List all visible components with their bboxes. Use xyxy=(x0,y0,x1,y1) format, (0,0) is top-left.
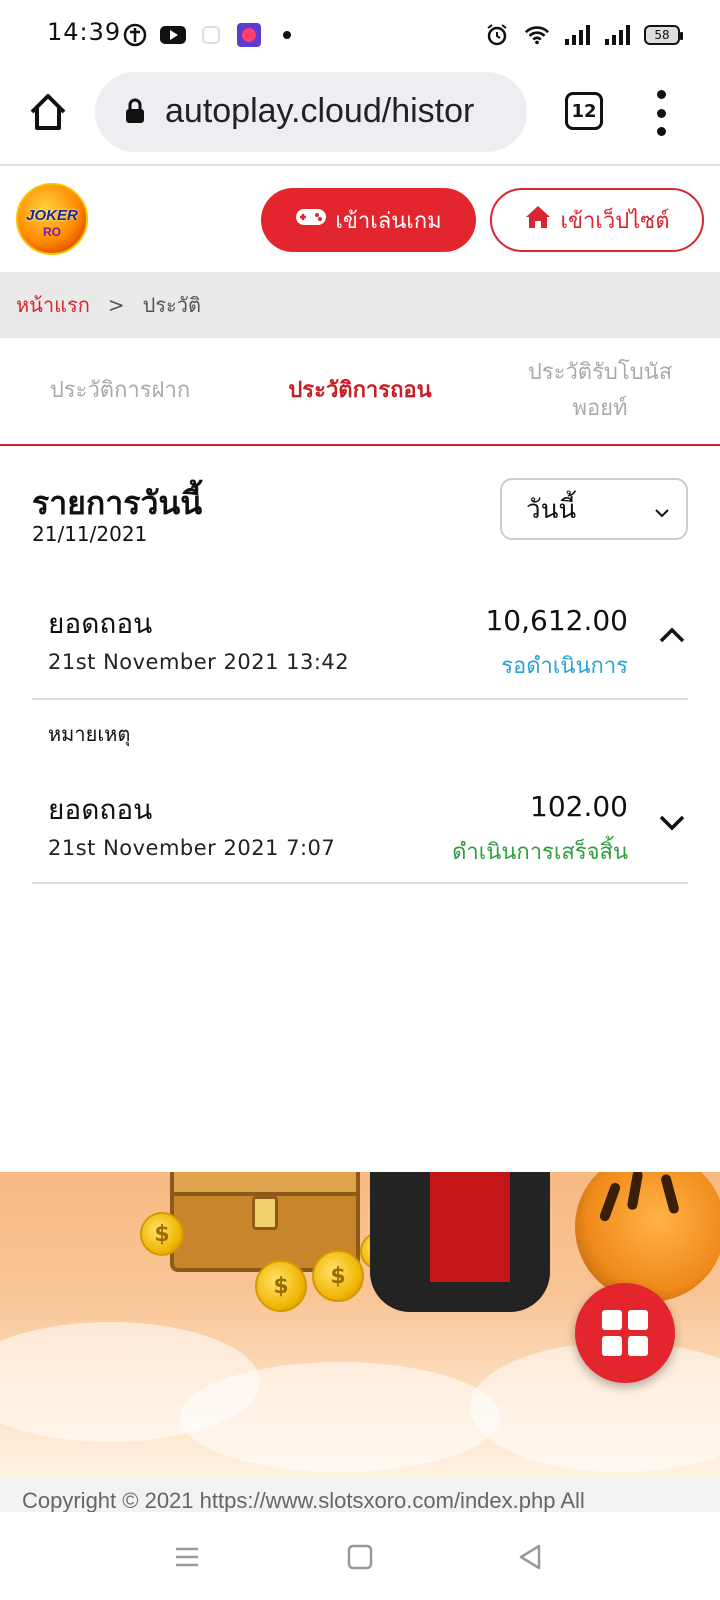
address-bar[interactable]: autoplay.cloud/histor xyxy=(95,72,527,152)
transaction-type: ยอดถอน xyxy=(48,793,153,826)
recent-apps-icon[interactable] xyxy=(172,1542,202,1572)
status-left-icons xyxy=(122,22,300,48)
visit-website-label: เข้าเว็ปไซต์ xyxy=(560,208,670,234)
system-nav-bar xyxy=(0,1512,720,1600)
logo-subtext: RO xyxy=(43,225,61,239)
transaction-amount: 102.00 xyxy=(530,790,628,823)
transaction-row[interactable]: ยอดถอน 21st November 2021 7:07 102.00 ดำ… xyxy=(32,770,688,884)
footer: Copyright © 2021 https://www.slotsxoro.c… xyxy=(0,1478,720,1512)
status-right-icons: 58 xyxy=(484,22,683,48)
chevron-down-icon[interactable] xyxy=(656,806,688,838)
grid-menu-button[interactable] xyxy=(575,1283,675,1383)
transaction-datetime: 21st November 2021 7:07 xyxy=(48,836,336,860)
status-time: 14:39 xyxy=(47,18,122,46)
tab-bonus-label-line1: ประวัติรับโบนัส xyxy=(527,360,673,385)
cloud-shape xyxy=(180,1362,500,1472)
transaction-amount: 10,612.00 xyxy=(485,604,628,637)
tab-bonus-point-history[interactable]: ประวัติรับโบนัส พอยท์ xyxy=(480,338,720,444)
site-header: JOKER RO เข้าเล่นเกม เข้าเว็ปไซต์ xyxy=(0,168,720,272)
breadcrumb-current: ประวัติ xyxy=(142,293,201,317)
tiger-image xyxy=(575,1172,720,1302)
chevron-down-icon xyxy=(652,500,672,520)
site-logo[interactable]: JOKER RO xyxy=(16,183,88,255)
logo-text: JOKER xyxy=(26,207,78,224)
house-icon xyxy=(524,204,552,236)
copyright-text: Copyright © 2021 https://www.slotsxoro.c… xyxy=(22,1488,585,1512)
coin-image: $ xyxy=(312,1250,364,1302)
tab-switcher-button[interactable]: 12 xyxy=(565,92,603,130)
play-game-label: เข้าเล่นเกม xyxy=(335,208,442,234)
signal-icon xyxy=(564,22,590,48)
coin-image: $ xyxy=(140,1212,184,1256)
history-tabs: ประวัติการฝาก ประวัติการถอน ประวัติรับโบ… xyxy=(0,338,720,446)
dot-icon xyxy=(274,22,300,48)
gamepad-icon xyxy=(295,207,327,233)
signal-icon-2 xyxy=(604,22,630,48)
game-app-icon xyxy=(236,22,262,48)
browser-menu-icon[interactable] xyxy=(654,90,668,136)
transaction-note-label: หมายเหตุ xyxy=(48,722,131,746)
tab-withdraw-history[interactable]: ประวัติการถอน xyxy=(240,338,480,444)
breadcrumb: หน้าแรก > ประวัติ xyxy=(0,272,720,338)
date-filter-value: วันนี้ xyxy=(526,494,577,525)
app-icon xyxy=(198,22,224,48)
breadcrumb-separator: > xyxy=(107,293,125,317)
tab-bonus-label-line2: พอยท์ xyxy=(572,396,628,421)
coin-image: $ xyxy=(255,1260,307,1312)
back-nav-icon[interactable] xyxy=(515,1542,545,1572)
play-game-button[interactable]: เข้าเล่นเกม xyxy=(261,188,476,252)
red-banner-image xyxy=(430,1172,510,1282)
wifi-icon xyxy=(524,22,550,48)
browser-toolbar: autoplay.cloud/histor 12 xyxy=(0,70,720,166)
transaction-type: ยอดถอน xyxy=(48,607,153,640)
home-nav-icon[interactable] xyxy=(345,1542,375,1572)
youtube-icon xyxy=(160,22,186,48)
lock-icon xyxy=(125,98,145,124)
url-text: autoplay.cloud/histor xyxy=(165,92,475,130)
tab-deposit-history[interactable]: ประวัติการฝาก xyxy=(0,338,240,444)
transaction-row[interactable]: ยอดถอน 21st November 2021 13:42 10,612.0… xyxy=(32,584,688,700)
transaction-datetime: 21st November 2021 13:42 xyxy=(48,650,350,674)
status-bar: 14:39 58 xyxy=(0,0,720,70)
transaction-status: รอดำเนินการ xyxy=(501,654,628,679)
home-icon[interactable] xyxy=(26,90,70,134)
date-filter-select[interactable]: วันนี้ xyxy=(500,478,688,540)
visit-website-button[interactable]: เข้าเว็ปไซต์ xyxy=(490,188,704,252)
today-date: 21/11/2021 xyxy=(32,522,148,546)
notification-icon xyxy=(122,22,148,48)
breadcrumb-home-link[interactable]: หน้าแรก xyxy=(16,289,90,321)
chevron-up-icon[interactable] xyxy=(656,620,688,652)
battery-icon: 58 xyxy=(644,25,683,45)
alarm-icon xyxy=(484,22,510,48)
transaction-status: ดำเนินการเสร็จสิ้น xyxy=(452,840,628,865)
